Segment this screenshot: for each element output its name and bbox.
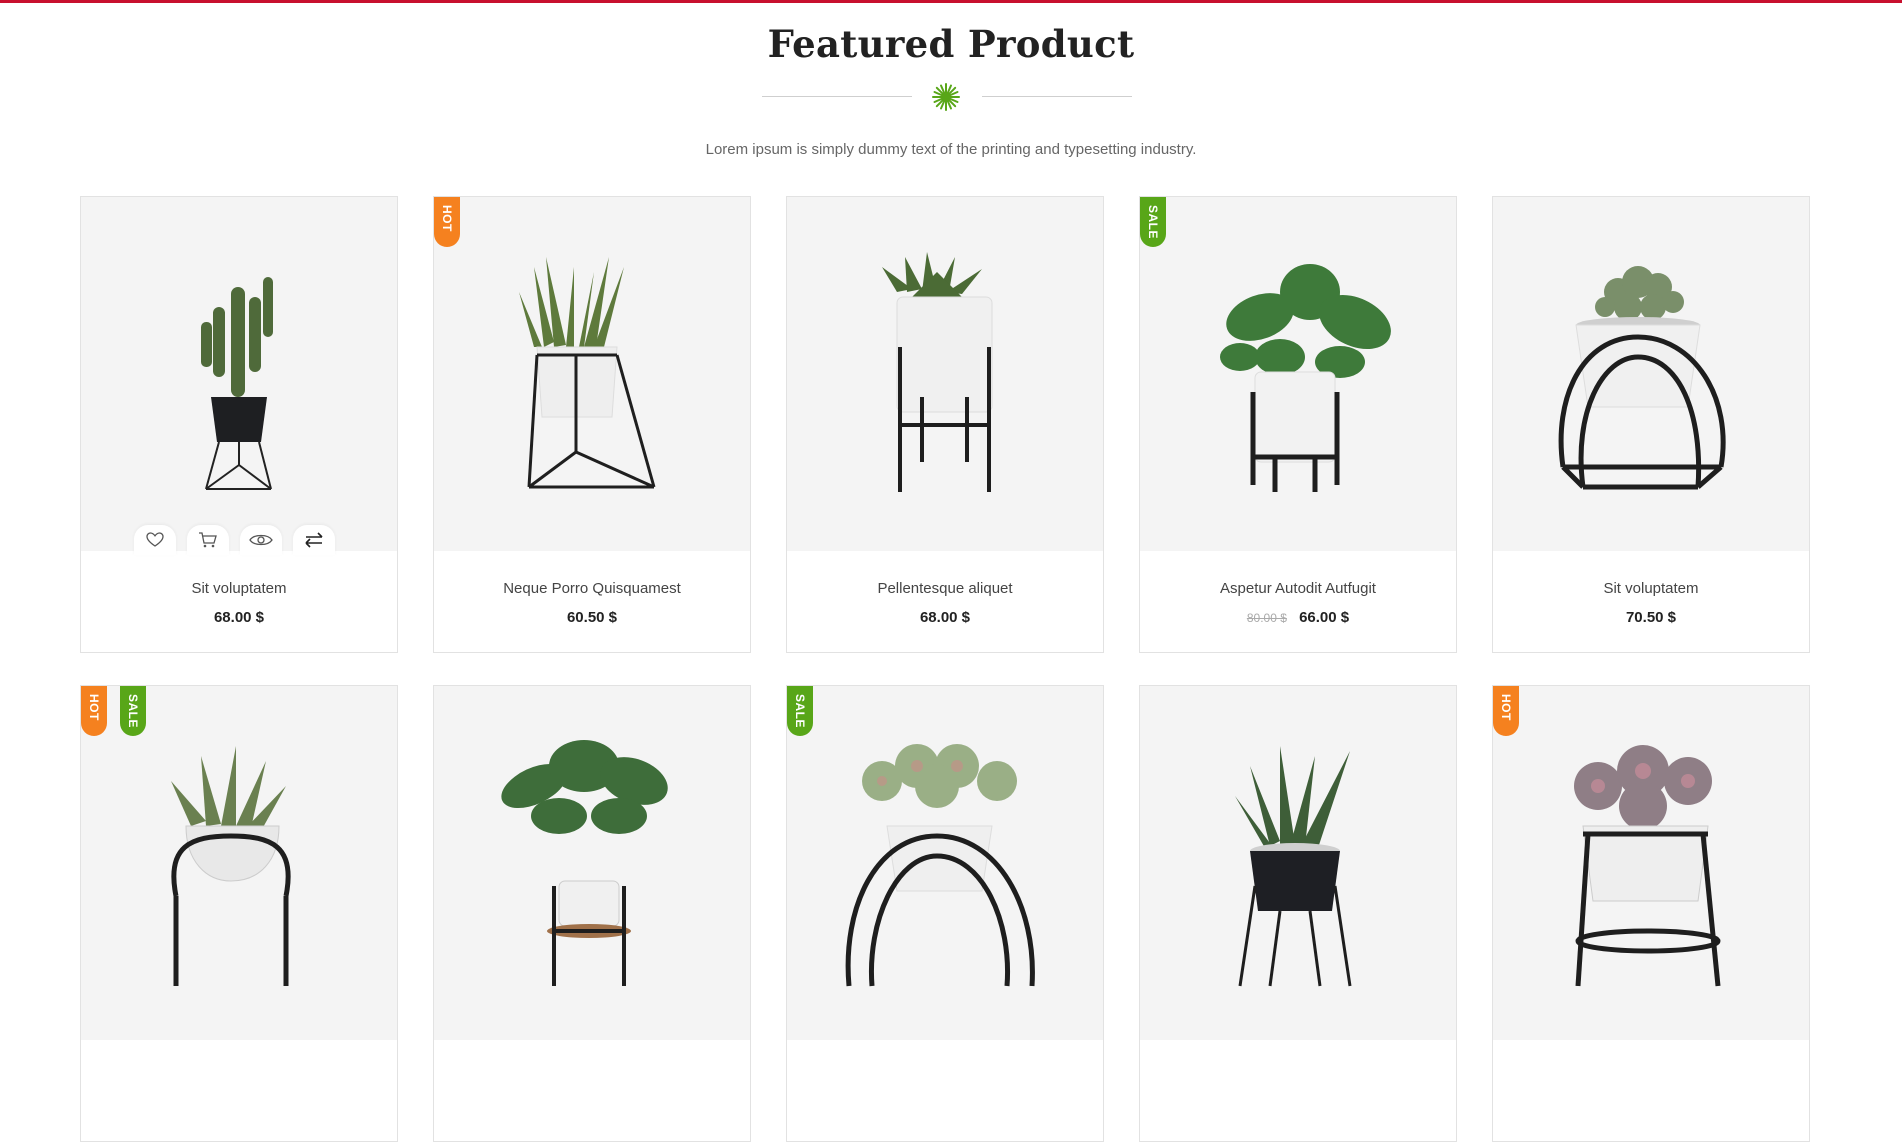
product-price: 66.00 $ bbox=[1299, 609, 1350, 626]
section-subtitle: Lorem ipsum is simply dummy text of the … bbox=[705, 141, 1197, 158]
monstera-plant-image bbox=[1220, 264, 1391, 492]
product-actions bbox=[134, 525, 344, 555]
product-image[interactable]: HOT SALE bbox=[81, 686, 397, 1040]
product-price: 68.00 $ bbox=[213, 609, 265, 626]
quick-view-button[interactable] bbox=[240, 525, 282, 555]
product-price-row: 68.00 $ bbox=[81, 609, 397, 626]
cart-icon bbox=[199, 532, 217, 548]
product-card[interactable]: Pellentesque aliquet 68.00 $ bbox=[786, 196, 1104, 653]
product-card[interactable]: Sit voluptatem 70.50 $ bbox=[1492, 196, 1810, 653]
hot-badge: HOT bbox=[1493, 686, 1519, 736]
product-image[interactable] bbox=[787, 197, 1103, 551]
product-name[interactable]: Sit voluptatem bbox=[81, 580, 397, 597]
product-image[interactable]: HOT bbox=[1493, 686, 1809, 1040]
product-price-row: 70.50 $ bbox=[1493, 609, 1809, 626]
product-card[interactable]: HOT bbox=[1492, 685, 1810, 1142]
product-card[interactable]: HOT SALE bbox=[80, 685, 398, 1142]
compare-icon bbox=[305, 532, 323, 548]
product-image[interactable]: HOT bbox=[434, 197, 750, 551]
product-name[interactable]: Neque Porro Quisquamest bbox=[434, 580, 750, 597]
product-card[interactable]: Sit voluptatem 68.00 $ bbox=[80, 196, 398, 653]
product-card[interactable] bbox=[1139, 685, 1457, 1142]
product-card[interactable]: HOT Neque Porro Quisquamest 60.50 $ bbox=[433, 196, 751, 653]
wishlist-button[interactable] bbox=[134, 525, 176, 555]
eye-icon bbox=[249, 534, 273, 546]
sale-badge: SALE bbox=[1140, 197, 1166, 247]
leafy-plant-image bbox=[501, 740, 668, 986]
succulent-plant-image bbox=[519, 257, 656, 489]
cactus-cluster-image bbox=[1558, 266, 1726, 490]
product-card[interactable]: SALE bbox=[786, 685, 1104, 1142]
product-price: 60.50 $ bbox=[566, 609, 618, 626]
section-title: Featured Product bbox=[767, 22, 1135, 66]
product-name[interactable]: Sit voluptatem bbox=[1493, 580, 1809, 597]
product-price: 68.00 $ bbox=[919, 609, 971, 626]
title-divider bbox=[0, 82, 1902, 112]
heart-icon bbox=[146, 532, 164, 547]
product-image[interactable] bbox=[81, 197, 397, 555]
product-card[interactable]: SALE Aspetur Autodit Autfugit 80.00 $ 66… bbox=[1139, 196, 1457, 653]
product-image[interactable] bbox=[434, 686, 750, 1040]
product-name[interactable]: Aspetur Autodit Autfugit bbox=[1140, 580, 1456, 597]
product-old-price: 80.00 $ bbox=[1246, 611, 1287, 625]
aloe-hanging-plant-image bbox=[171, 746, 291, 986]
sale-badge: SALE bbox=[120, 686, 146, 736]
product-price: 70.50 $ bbox=[1625, 609, 1677, 626]
hot-badge: HOT bbox=[434, 197, 460, 247]
top-border bbox=[0, 0, 1902, 3]
pink-echeveria-plant-image bbox=[1574, 745, 1721, 987]
product-price-row: 80.00 $ 66.00 $ bbox=[1140, 609, 1456, 626]
product-price-row: 68.00 $ bbox=[787, 609, 1103, 626]
product-price-row: 60.50 $ bbox=[434, 609, 750, 626]
product-name[interactable]: Pellentesque aliquet bbox=[787, 580, 1103, 597]
add-to-cart-button[interactable] bbox=[187, 525, 229, 555]
cactus-plant-image bbox=[201, 277, 273, 490]
product-image[interactable]: SALE bbox=[787, 686, 1103, 1040]
hot-badge: HOT bbox=[81, 686, 107, 736]
snake-plant-image bbox=[1235, 746, 1352, 987]
sale-badge: SALE bbox=[787, 686, 813, 736]
aloe-plant-image bbox=[882, 252, 993, 492]
product-image[interactable] bbox=[1140, 686, 1456, 1040]
product-image[interactable] bbox=[1493, 197, 1809, 551]
leaf-ornament-icon bbox=[932, 83, 960, 111]
compare-button[interactable] bbox=[293, 525, 335, 555]
product-image[interactable]: SALE bbox=[1140, 197, 1456, 551]
product-card[interactable] bbox=[433, 685, 751, 1142]
echeveria-plant-image bbox=[845, 744, 1035, 987]
